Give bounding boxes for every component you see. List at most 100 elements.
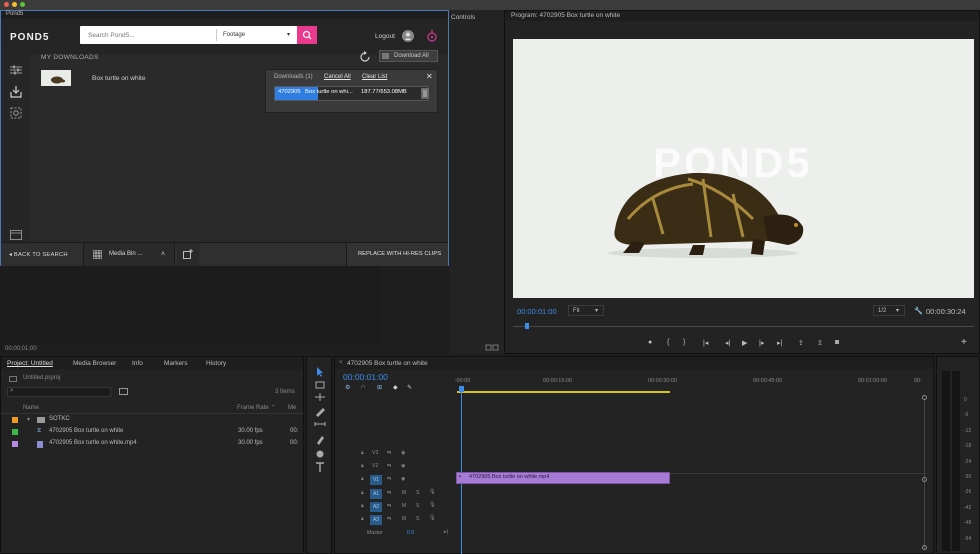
snap-icon[interactable]: ∩ (361, 384, 365, 390)
download-all-button[interactable]: Download All (379, 50, 438, 62)
close-window-button[interactable] (4, 2, 9, 7)
eye-icon[interactable]: ◉ (401, 463, 406, 469)
lock-icon[interactable]: 🔒︎ (361, 463, 364, 470)
scan-icon[interactable] (10, 107, 22, 119)
pond5-mascot-icon[interactable] (425, 29, 439, 43)
lock-icon[interactable]: 🔒︎ (361, 490, 364, 497)
solo-button[interactable]: S (416, 503, 419, 509)
track-name[interactable]: V1 (370, 475, 382, 485)
work-area-bar[interactable] (457, 391, 670, 393)
mark-in-icon[interactable]: { (667, 339, 669, 346)
program-current-timecode[interactable]: 00:00:01:00 (517, 307, 557, 316)
back-to-search-button[interactable]: ◂ BACK TO SEARCH (9, 243, 68, 267)
go-to-in-icon[interactable]: |◂ (703, 339, 708, 347)
scroll-handle-bottom[interactable] (922, 477, 927, 482)
program-monitor-title[interactable]: Program: 4702905 Box turtle on white (511, 12, 620, 19)
vertical-scrollbar[interactable] (924, 400, 925, 550)
add-button-icon[interactable]: + (961, 337, 967, 348)
replace-hires-button[interactable]: REPLACE WITH HI-RES CLIPS (346, 243, 448, 266)
clip-title[interactable]: Box turtle on white (92, 75, 145, 82)
media-bin-button[interactable]: Media Bin ... ˄ (83, 243, 175, 266)
sliders-icon[interactable] (10, 65, 22, 75)
track-name[interactable]: A1 (370, 489, 382, 499)
cancel-download-button[interactable] (421, 88, 429, 99)
search-input[interactable] (80, 26, 214, 44)
close-icon[interactable]: ✕ (426, 72, 433, 81)
avatar[interactable] (402, 30, 414, 42)
go-to-out-icon[interactable]: ▸| (777, 339, 782, 347)
close-icon[interactable]: × (339, 360, 343, 366)
lift-icon[interactable]: ⇪ (798, 339, 804, 347)
play-icon[interactable]: ▶ (742, 339, 747, 347)
col-name[interactable]: Name (23, 405, 39, 411)
clear-list-link[interactable]: Clear List (362, 74, 387, 80)
video-frame[interactable]: POND5 (513, 39, 974, 298)
track-name[interactable]: A3 (370, 515, 382, 525)
lock-icon[interactable]: 🔒︎ (361, 476, 364, 483)
step-forward-icon[interactable]: |▸ (759, 339, 764, 347)
export-frame-icon[interactable] (485, 344, 499, 352)
eye-icon[interactable]: ◉ (401, 476, 406, 482)
resolution-select[interactable]: 1/2 ▾ (873, 305, 905, 316)
folder-icon[interactable] (10, 230, 22, 240)
project-search-input[interactable]: ⌕ (7, 387, 111, 397)
tab-effect-controls[interactable]: Controls (451, 14, 475, 21)
solo-button[interactable]: S (416, 516, 419, 522)
playhead[interactable] (525, 323, 529, 329)
program-scrubber[interactable] (513, 323, 974, 329)
solo-button[interactable]: S (416, 490, 419, 496)
cancel-all-link[interactable]: Cancel All (324, 74, 351, 80)
minimize-window-button[interactable] (12, 2, 17, 7)
time-ruler[interactable]: :00:00 00:00:15:00 00:00:30:00 00:00:45:… (455, 371, 925, 393)
add-marker-icon[interactable]: ◆ (393, 384, 398, 391)
track-name[interactable]: A2 (370, 502, 382, 512)
new-search-bin-icon[interactable] (119, 388, 128, 395)
refresh-icon[interactable] (359, 51, 371, 63)
search-button[interactable] (297, 26, 317, 44)
table-row[interactable]: ⧖ 4702905 Box turtle on white 30.00 fps … (1, 427, 303, 438)
mute-button[interactable]: M (402, 516, 406, 522)
mute-button[interactable]: M (402, 490, 406, 496)
tab-markers[interactable]: Markers (164, 360, 187, 367)
sync-lock-icon[interactable]: ⇆ (387, 490, 391, 496)
tab-info[interactable]: Info (132, 360, 143, 367)
new-bin-button[interactable] (177, 243, 199, 266)
linked-selection-icon[interactable]: ⊞ (377, 384, 382, 391)
mute-button[interactable]: M (402, 503, 406, 509)
tab-project[interactable]: Project: Untitled (7, 360, 53, 367)
sync-lock-icon[interactable]: ⇆ (387, 476, 391, 482)
master-volume[interactable]: 0.0 (407, 530, 414, 536)
timeline-timecode[interactable]: 00:00:01:00 (343, 372, 388, 382)
eye-icon[interactable]: ◉ (401, 450, 406, 456)
sync-lock-icon[interactable]: ⇆ (387, 450, 391, 456)
mark-out-icon[interactable]: } (683, 339, 685, 346)
add-marker-icon[interactable]: ● (648, 339, 652, 346)
tab-media-browser[interactable]: Media Browser (73, 360, 116, 367)
download-icon[interactable] (10, 86, 22, 98)
clip-thumbnail[interactable] (41, 70, 71, 86)
mic-icon[interactable]: 🎙︎ (429, 502, 436, 508)
col-frame-rate[interactable]: Frame Rate (237, 405, 269, 411)
mic-icon[interactable]: 🎙︎ (429, 515, 436, 521)
nest-icon[interactable]: ⚙ (345, 384, 350, 391)
tab-history[interactable]: History (206, 360, 226, 367)
zoom-window-button[interactable] (20, 2, 25, 7)
wrench-icon[interactable]: ✎ (407, 384, 412, 391)
extract-icon[interactable]: ⇫ (817, 339, 823, 347)
step-back-icon[interactable]: ◂| (725, 339, 730, 347)
tab-sequence[interactable]: 4702905 Box turtle on white (347, 360, 428, 367)
sync-lock-icon[interactable]: ⇆ (387, 503, 391, 509)
timeline-clip[interactable]: ▪ 4702905 Box turtle on white.mp4 (456, 472, 670, 484)
sync-lock-icon[interactable]: ⇆ (387, 516, 391, 522)
sync-lock-icon[interactable]: ⇆ (387, 463, 391, 469)
zoom-fit-select[interactable]: Fit ▾ (568, 305, 604, 316)
lock-icon[interactable]: 🔒︎ (361, 503, 364, 510)
scroll-handle-end[interactable] (922, 545, 927, 550)
sort-up-icon[interactable]: ⌃ (271, 404, 276, 411)
tab-pond5[interactable]: Pond5 (6, 11, 23, 17)
logout-link[interactable]: Logout (375, 33, 395, 40)
wrench-icon[interactable]: 🔧 (914, 307, 923, 315)
table-row[interactable]: ▾ SOTKC (1, 415, 303, 426)
lock-icon[interactable]: 🔒︎ (361, 450, 364, 457)
go-to-end-icon[interactable]: ▸| (444, 529, 448, 535)
